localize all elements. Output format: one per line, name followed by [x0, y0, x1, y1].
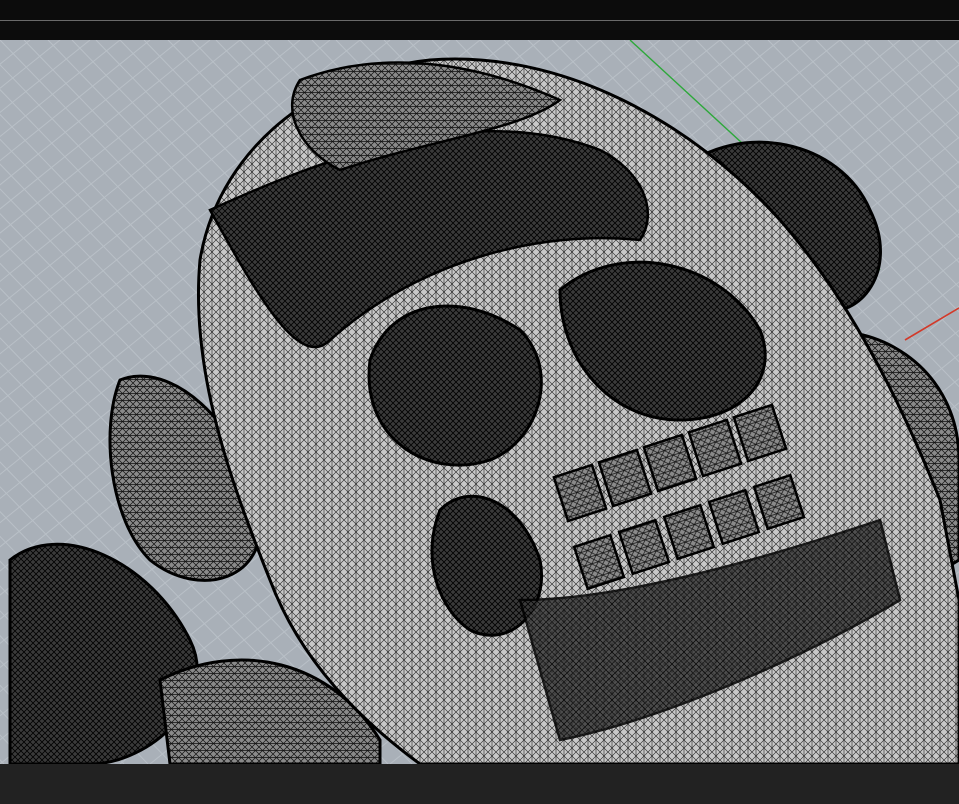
x-axis-line	[904, 307, 959, 341]
skull-mesh-model[interactable]	[8, 57, 959, 764]
top-toolbar	[0, 0, 959, 40]
3d-viewport[interactable]	[0, 40, 959, 764]
toolbar-divider	[0, 20, 959, 21]
status-bar	[0, 764, 959, 804]
viewport-canvas[interactable]	[0, 40, 959, 764]
